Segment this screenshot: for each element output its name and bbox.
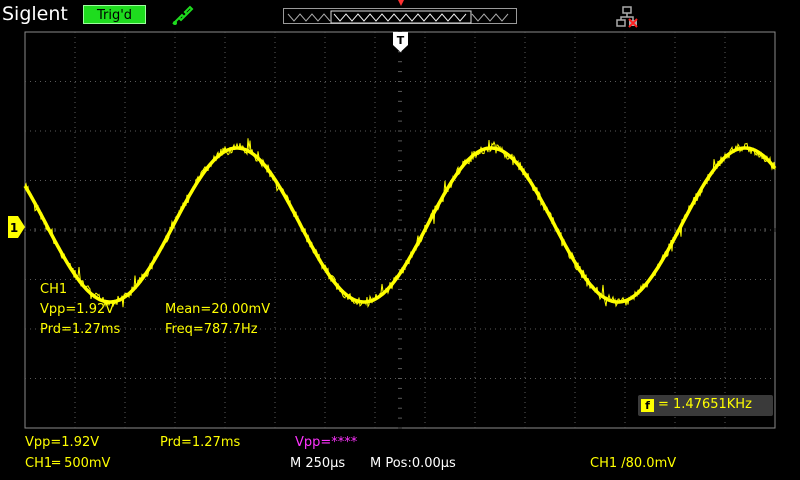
status-trigger-level[interactable]: CH1 /80.0mV	[590, 456, 676, 471]
ch1-waveform-noise	[24, 138, 776, 308]
overlay-mean: Mean=20.00mV	[165, 302, 271, 317]
frequency-counter-icon: f	[641, 399, 654, 412]
overlay-channel: CH1	[40, 282, 68, 297]
overlay-vpp: Vpp=1.92V	[40, 302, 115, 317]
frequency-counter-value: = 1.47651KHz	[658, 397, 752, 412]
status-timebase[interactable]: M 250µs	[290, 456, 345, 471]
trigger-marker-label: T	[397, 34, 405, 47]
status-math-vpp: Vpp=****	[295, 435, 358, 450]
status-prd: Prd=1.27ms	[160, 435, 241, 450]
status-ch1-scale[interactable]: CH1═ 500mV	[25, 456, 110, 471]
trigger-position-marker-icon[interactable]: T	[393, 32, 408, 52]
status-horizontal-position[interactable]: M Pos:0.00µs	[370, 456, 456, 471]
overlay-prd: Prd=1.27ms	[40, 322, 121, 337]
overlay-freq: Freq=787.7Hz	[165, 322, 258, 337]
status-vpp: Vpp=1.92V	[25, 435, 100, 450]
channel1-ground-marker-icon[interactable]: 1	[8, 216, 26, 238]
channel-marker-label: 1	[10, 221, 18, 235]
